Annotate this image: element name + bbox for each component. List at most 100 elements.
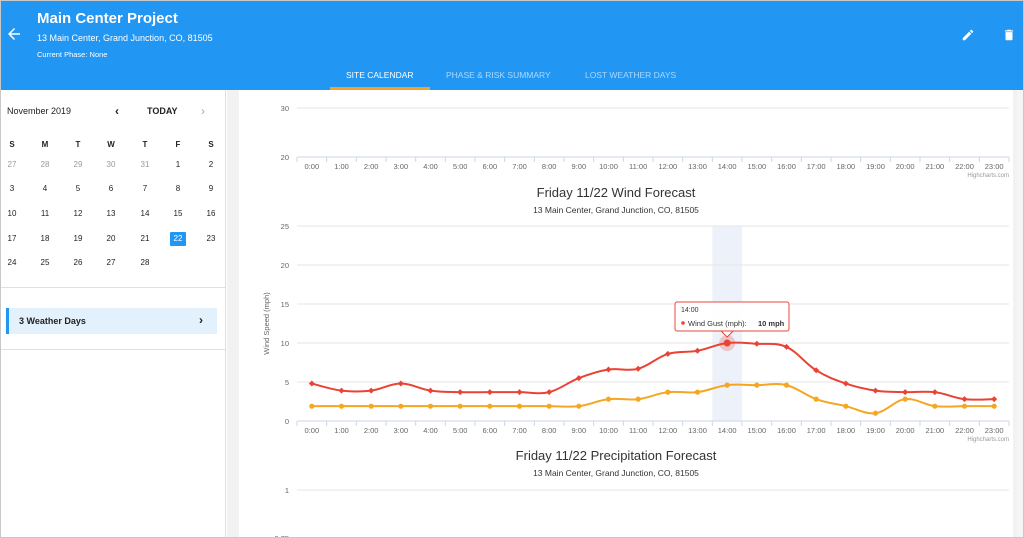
y-tick-label: 1 <box>285 486 289 495</box>
calendar-day[interactable]: 6 <box>103 182 119 196</box>
calendar-day[interactable]: 1 <box>170 158 186 172</box>
data-point <box>665 389 671 395</box>
sidebar-divider <box>1 287 225 288</box>
calendar-day[interactable]: 20 <box>103 232 119 246</box>
chart-subtitle: 13 Main Center, Grand Junction, CO, 8150… <box>533 468 699 478</box>
calendar-day[interactable]: 17 <box>4 232 20 246</box>
tab-lost-weather-days[interactable]: LOST WEATHER DAYS <box>585 70 676 80</box>
calendar-prev-button[interactable]: ‹ <box>115 104 119 118</box>
weather-days-label: 3 Weather Days <box>19 316 86 326</box>
data-point <box>457 403 463 409</box>
calendar-day[interactable]: 16 <box>203 207 219 221</box>
data-point <box>427 387 434 394</box>
calendar-day[interactable]: 21 <box>137 232 153 246</box>
data-point <box>575 375 582 382</box>
data-point <box>486 389 493 396</box>
x-tick-label: 7:00 <box>512 426 527 435</box>
calendar-day[interactable]: 27 <box>103 256 119 270</box>
calendar-day[interactable]: 29 <box>70 158 86 172</box>
data-point <box>961 396 968 403</box>
data-point <box>961 403 968 409</box>
y-tick-label: 10 <box>281 339 289 348</box>
calendar-day[interactable]: 10 <box>4 207 20 221</box>
data-point <box>516 403 523 409</box>
x-tick-label: 17:00 <box>807 162 826 171</box>
calendar-day[interactable]: 8 <box>170 182 186 196</box>
x-tick-label: 8:00 <box>542 426 557 435</box>
chart-panel[interactable]: 30 20 0:00 1:00 2:00 3:00 4:00 5:00 6:00 7:00 8:00… <box>239 90 1013 537</box>
calendar-day[interactable]: 31 <box>137 158 153 172</box>
tab-site-calendar[interactable]: SITE CALENDAR <box>346 70 414 80</box>
weather-days-item[interactable]: 3 Weather Days › <box>6 308 217 334</box>
y-tick-label: 20 <box>281 261 289 270</box>
y-tick-label: 25 <box>281 222 289 231</box>
x-tick-label: 2:00 <box>364 426 379 435</box>
data-point <box>664 350 671 357</box>
calendar-day[interactable]: 4 <box>37 182 53 196</box>
calendar-today-button[interactable]: TODAY <box>147 106 178 116</box>
x-tick-label: 4:00 <box>423 426 438 435</box>
calendar-day[interactable]: 28 <box>137 256 153 270</box>
calendar-day[interactable]: 9 <box>203 182 219 196</box>
calendar-day[interactable]: 28 <box>37 158 53 172</box>
y-tick-label: 15 <box>281 300 289 309</box>
sidebar-divider <box>1 349 225 350</box>
x-tick-label: 19:00 <box>866 426 885 435</box>
chart-title: Friday 11/22 Precipitation Forecast <box>516 448 717 463</box>
calendar-day[interactable]: 14 <box>137 207 153 221</box>
calendar-day[interactable]: 19 <box>70 232 86 246</box>
data-point <box>605 366 612 373</box>
x-tick-label: 20:00 <box>896 426 915 435</box>
calendar-day[interactable]: 13 <box>103 207 119 221</box>
y-tick-label: 20 <box>281 153 289 162</box>
calendar-day[interactable]: 15 <box>170 207 186 221</box>
calendar-day[interactable]: 30 <box>103 158 119 172</box>
calendar-day[interactable]: 3 <box>4 182 20 196</box>
calendar-day[interactable]: 24 <box>4 256 20 270</box>
x-tick-label: 11:00 <box>629 162 647 171</box>
hover-point <box>723 339 731 347</box>
x-tick-label: 5:00 <box>453 426 468 435</box>
pencil-icon[interactable] <box>961 28 975 42</box>
calendar-day[interactable]: 7 <box>137 182 153 196</box>
calendar-next-button[interactable]: › <box>201 104 205 118</box>
back-arrow-icon[interactable] <box>5 25 23 43</box>
calendar-day[interactable]: 25 <box>37 256 53 270</box>
x-tick-label: 11:00 <box>629 426 647 435</box>
calendar-day[interactable]: 2 <box>203 158 219 172</box>
calendar-day[interactable]: 18 <box>37 232 53 246</box>
x-tick-label: 3:00 <box>394 426 409 435</box>
calendar-weekday-label: S <box>9 140 15 149</box>
data-point <box>694 389 701 395</box>
chart-subtitle: 13 Main Center, Grand Junction, CO, 8150… <box>533 205 699 215</box>
data-point <box>338 403 345 409</box>
calendar-week-row: 24 25 26 27 28 <box>1 256 226 270</box>
calendar-month-label: November 2019 <box>7 106 72 116</box>
calendar-day[interactable]: 27 <box>4 158 20 172</box>
calendar-day[interactable]: 12 <box>70 207 86 221</box>
x-tick-label: 9:00 <box>572 426 587 435</box>
tooltip-value: 10 mph <box>758 319 785 328</box>
trash-icon[interactable] <box>1002 28 1016 42</box>
calendar-day[interactable]: 23 <box>203 232 219 246</box>
calendar-day[interactable]: 22 <box>170 232 186 246</box>
data-point <box>813 396 819 402</box>
data-point <box>991 396 998 403</box>
tab-bar: SITE CALENDAR PHASE & RISK SUMMARY LOST … <box>1 63 1023 90</box>
data-point <box>843 403 849 409</box>
calendar-weekday-label: T <box>75 140 81 149</box>
project-address: 13 Main Center, Grand Junction, CO, 8150… <box>37 33 213 43</box>
x-tick-label: 7:00 <box>512 162 527 171</box>
y-tick-label: 30 <box>281 104 289 113</box>
x-tick-label: 2:00 <box>364 162 379 171</box>
x-tick-label: 0:00 <box>305 162 320 171</box>
data-point <box>694 347 701 354</box>
calendar-day[interactable]: 26 <box>70 256 86 270</box>
tab-phase-risk-summary[interactable]: PHASE & RISK SUMMARY <box>446 70 551 80</box>
x-tick-label: 15:00 <box>747 162 766 171</box>
calendar-day[interactable]: 11 <box>37 207 53 221</box>
x-tick-label: 14:00 <box>718 162 737 171</box>
x-tick-label: 5:00 <box>453 162 468 171</box>
calendar-day[interactable]: 5 <box>70 182 86 196</box>
main-scrollbar[interactable] <box>1017 90 1023 537</box>
